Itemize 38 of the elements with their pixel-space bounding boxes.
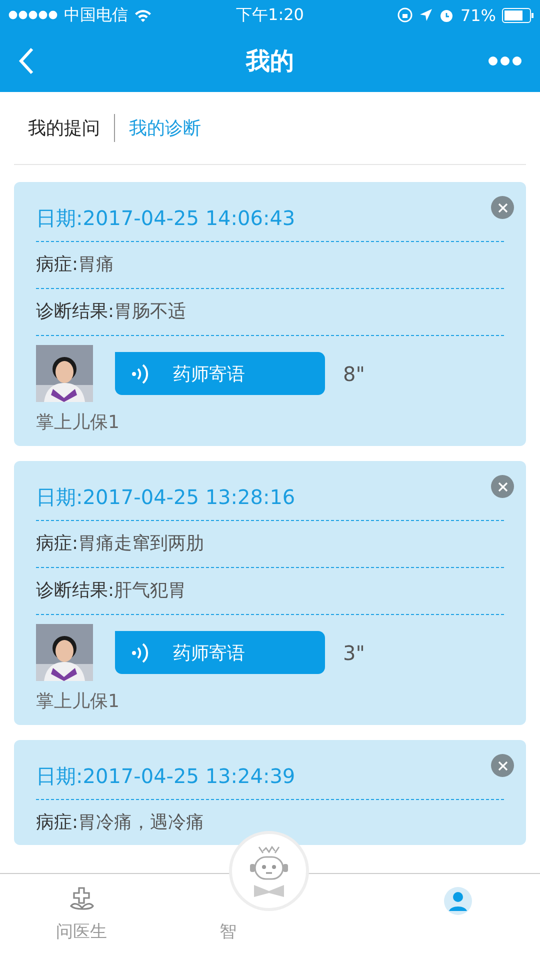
close-button[interactable]: [491, 196, 514, 219]
filter-tab[interactable]: 我的提问: [28, 116, 100, 140]
close-icon: [498, 760, 508, 770]
diagnosis-text: 诊断结果:胃肠不适: [36, 300, 186, 324]
duration-text: 3": [343, 640, 365, 664]
person-icon: [443, 886, 474, 916]
battery-text: 71%: [460, 6, 496, 24]
battery-icon: [502, 8, 534, 22]
filter-tab[interactable]: 我的诊断: [129, 116, 201, 140]
sound-icon: [131, 362, 149, 384]
close-icon: [498, 482, 508, 492]
tab-item[interactable]: 智: [163, 874, 377, 960]
wifi-icon: [134, 8, 152, 22]
symptom-text: 病症:胃痛走窜到两肋: [36, 532, 204, 556]
close-button[interactable]: [491, 754, 514, 777]
location-icon: [419, 8, 434, 22]
doctor-icon: [68, 886, 95, 912]
close-button[interactable]: [491, 475, 514, 498]
date-text: 日期:2017-04-25 13:24:39: [36, 763, 296, 790]
close-icon: [498, 202, 508, 212]
page-title: 我的: [246, 46, 294, 77]
date-text: 日期:2017-04-25 13:28:16: [36, 484, 296, 511]
rotation-lock-icon: [397, 7, 414, 23]
carrier-text: 中国电信: [64, 4, 128, 26]
symptom-text: 病症:胃痛: [36, 253, 114, 277]
author-name: 掌上儿保1: [36, 690, 120, 714]
symptom-text: 病症:胃冷痛，遇冷痛: [36, 811, 204, 835]
sound-icon: [131, 642, 149, 664]
voice-message-button[interactable]: 药师寄语: [115, 631, 325, 674]
alarm-icon: [439, 8, 454, 22]
date-text: 日期:2017-04-25 14:06:43: [36, 205, 296, 232]
voice-message-button[interactable]: 药师寄语: [115, 352, 325, 395]
author-name: 掌上儿保1: [36, 411, 120, 435]
diagnosis-text: 诊断结果:肝气犯胃: [36, 579, 186, 603]
signal-icon: [8, 10, 58, 20]
clock-text: 下午1:20: [236, 4, 304, 26]
tab-item[interactable]: 问医生: [0, 874, 164, 960]
duration-text: 8": [343, 362, 365, 386]
